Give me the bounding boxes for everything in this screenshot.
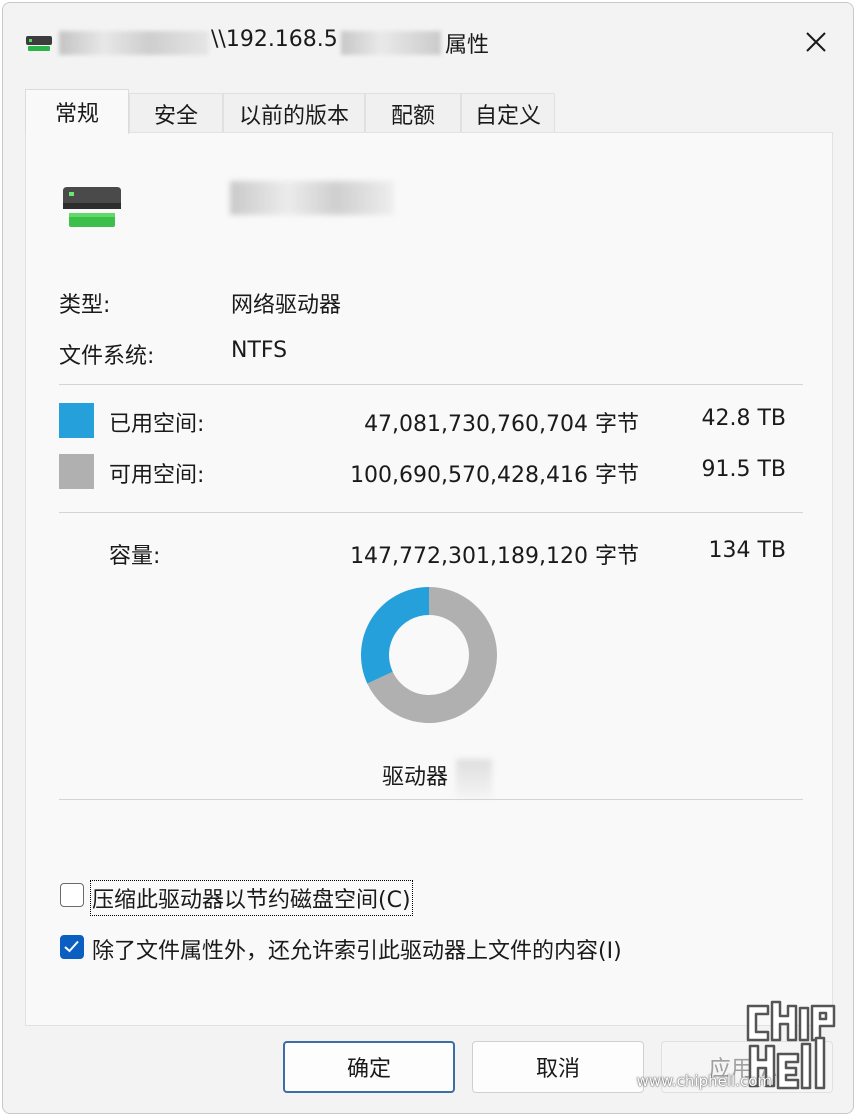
checkmark-icon	[64, 940, 79, 953]
free-space-label: 可用空间:	[109, 463, 205, 488]
tab-previous-versions-label: 以前的版本	[238, 103, 349, 129]
free-space-swatch	[59, 454, 94, 489]
free-space-size: 91.5 TB	[701, 457, 786, 482]
window-title-suffix: 属性	[445, 33, 490, 58]
tab-general[interactable]: 常规	[25, 89, 129, 134]
ok-button[interactable]: 确定	[283, 1041, 455, 1093]
chiphell-watermark-logo	[746, 1000, 836, 1090]
filesystem-value: NTFS	[231, 338, 288, 363]
used-space-label: 已用空间:	[109, 412, 205, 437]
used-space-bytes: 47,081,730,760,704 字节	[364, 412, 639, 437]
cancel-button-label: 取消	[535, 1057, 580, 1082]
tab-quota-label: 配额	[390, 103, 435, 129]
compress-label[interactable]: 压缩此驱动器以节约磁盘空间(C)	[90, 880, 413, 916]
network-drive-icon	[63, 187, 121, 227]
tab-previous-versions[interactable]: 以前的版本	[223, 93, 365, 133]
capacity-size: 134 TB	[708, 538, 786, 563]
redacted-drive-label	[230, 181, 394, 215]
redacted-drive-name	[59, 31, 209, 55]
general-panel: 类型: 网络驱动器 文件系统: NTFS 已用空间: 47,081,730,76…	[25, 132, 833, 1026]
drive-caption: 驱动器	[382, 765, 449, 790]
redacted-drive-letter	[456, 759, 492, 799]
close-icon	[806, 32, 826, 52]
title-bar: \\192.168.5 属性	[3, 3, 853, 75]
tab-general-label: 常规	[54, 102, 99, 127]
separator	[59, 512, 803, 513]
index-checkbox[interactable]	[60, 935, 84, 959]
watermark-url: www.chiphell.com	[636, 1072, 772, 1090]
cancel-button[interactable]: 取消	[472, 1041, 644, 1093]
used-space-swatch	[59, 403, 94, 438]
free-space-bytes: 100,690,570,428,416 字节	[350, 463, 639, 488]
compress-checkbox[interactable]	[60, 883, 84, 907]
space-usage-donut	[361, 587, 497, 723]
used-space-size: 42.8 TB	[701, 406, 786, 431]
donut-used-segment	[361, 587, 429, 684]
capacity-bytes: 147,772,301,189,120 字节	[350, 544, 639, 569]
tab-customize-label: 自定义	[474, 103, 541, 129]
close-button[interactable]	[793, 19, 839, 65]
filesystem-label: 文件系统:	[59, 344, 155, 369]
network-drive-icon	[26, 36, 52, 51]
separator	[59, 799, 803, 800]
redacted-ip-suffix	[341, 31, 441, 55]
index-label: 除了文件属性外，还允许索引此驱动器上文件的内容(I)	[92, 939, 622, 964]
ok-button-label: 确定	[346, 1057, 391, 1082]
capacity-label: 容量:	[109, 544, 161, 569]
properties-dialog: \\192.168.5 属性 常规 安全 以前的版本 配额 自定义 类型: 网络…	[2, 2, 854, 1114]
tab-customize[interactable]: 自定义	[461, 93, 555, 133]
tab-security-label: 安全	[153, 103, 198, 129]
separator	[59, 384, 803, 385]
tab-quota[interactable]: 配额	[365, 93, 461, 133]
type-value: 网络驱动器	[231, 293, 342, 318]
tab-security[interactable]: 安全	[129, 93, 223, 133]
type-label: 类型:	[59, 293, 111, 318]
window-title-path: \\192.168.5	[211, 27, 338, 52]
